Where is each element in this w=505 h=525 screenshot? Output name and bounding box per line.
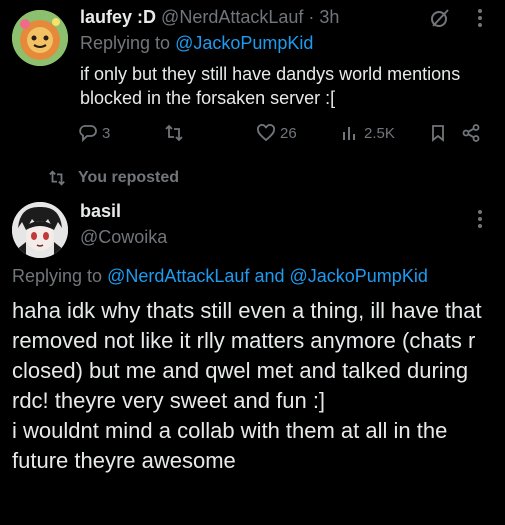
like-count: 26 — [280, 124, 297, 142]
timestamp[interactable]: 3h — [319, 7, 339, 27]
replying-to: Replying to @NerdAttackLauf and @JackoPu… — [12, 265, 428, 287]
display-name[interactable]: laufey :D — [80, 7, 156, 27]
like-icon — [257, 124, 275, 142]
views-icon — [343, 127, 355, 140]
repost-icon — [165, 124, 183, 142]
tweet-paragraph: i wouldnt mind a collab with them at all… — [12, 418, 448, 473]
tweet-paragraph: haha idk why thats still even a thing, i… — [12, 298, 482, 413]
mention-link[interactable]: @NerdAttackLauf — [107, 266, 249, 286]
handle[interactable]: @Cowoika — [80, 226, 167, 248]
grok-icon[interactable] — [428, 6, 452, 30]
repost-button[interactable] — [164, 120, 184, 146]
tweet-actions: 3 26 2.5K — [78, 120, 493, 146]
tweet-header: laufey :D @NerdAttackLauf · 3h — [80, 6, 339, 28]
replying-prefix: Replying to — [80, 33, 171, 53]
reply-icon — [79, 125, 97, 143]
replying-prefix: Replying to — [12, 266, 103, 286]
tweet-text: if only but they still have dandys world… — [80, 64, 461, 108]
views-button[interactable]: 2.5K — [340, 120, 395, 146]
reply-button[interactable]: 3 — [78, 120, 110, 146]
more-icon[interactable] — [472, 5, 488, 31]
handle[interactable]: @NerdAttackLauf — [161, 7, 303, 27]
like-button[interactable]: 26 — [256, 120, 297, 146]
avatar[interactable] — [12, 10, 68, 66]
reply-count: 3 — [102, 124, 111, 142]
avatar[interactable] — [12, 202, 68, 258]
bookmark-icon — [432, 125, 444, 142]
repost-label: You reposted — [78, 169, 180, 186]
bookmark-button[interactable] — [428, 120, 448, 146]
mention-link[interactable]: @JackoPumpKid — [175, 33, 313, 53]
tweet-reply-laufey[interactable]: laufey :D @NerdAttackLauf · 3h Replying … — [0, 0, 505, 160]
share-button[interactable] — [461, 120, 481, 146]
repost-icon — [49, 170, 65, 186]
share-icon — [462, 124, 480, 142]
mention-link[interactable]: @JackoPumpKid — [290, 266, 428, 286]
replying-to: Replying to @JackoPumpKid — [80, 32, 313, 54]
display-name[interactable]: basil — [80, 200, 121, 222]
view-count: 2.5K — [364, 124, 395, 142]
replying-and: and — [254, 266, 285, 286]
more-icon[interactable] — [472, 206, 488, 232]
separator-dot: · — [308, 7, 315, 27]
tweet-text: haha idk why thats still even a thing, i… — [12, 296, 497, 476]
repost-indicator: You reposted — [48, 167, 179, 189]
